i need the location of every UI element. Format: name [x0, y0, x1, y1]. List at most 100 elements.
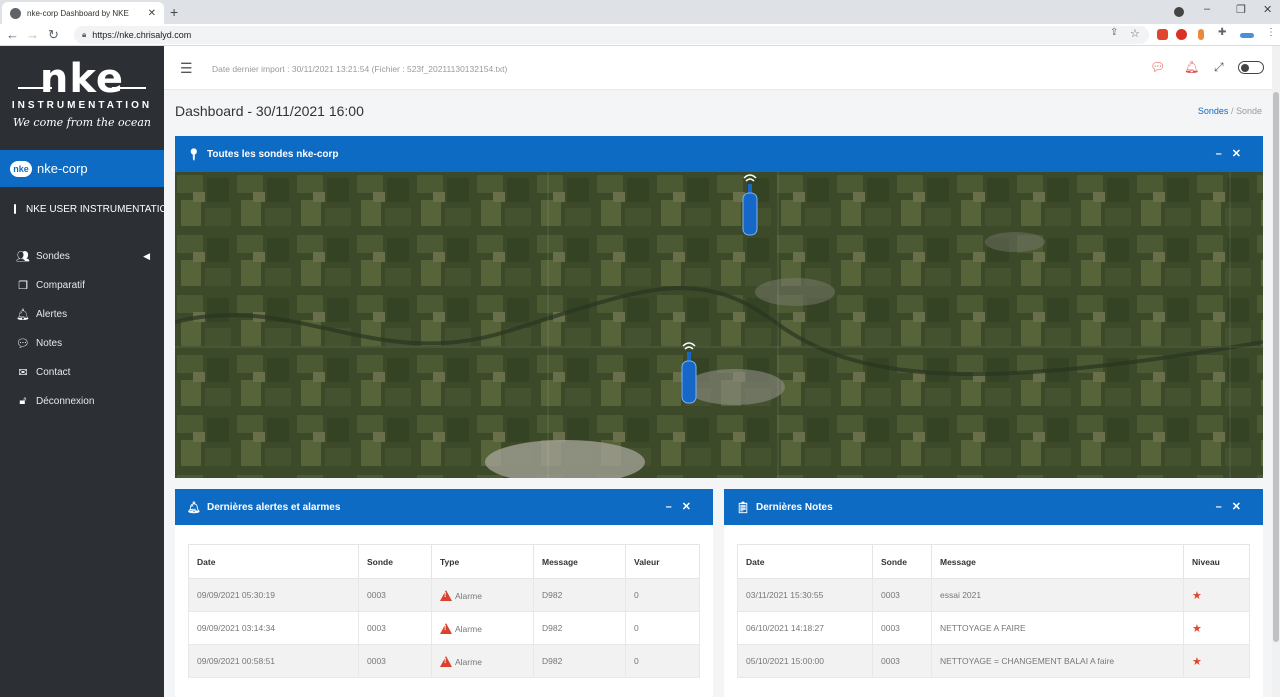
browser-tab[interactable]: nke-corp Dashboard by NKE ✕	[2, 2, 164, 24]
sidebar-item-alertes[interactable]: 🔔︎ Alertes	[0, 301, 164, 327]
breadcrumb-link[interactable]: Sondes	[1198, 106, 1229, 116]
type-label: Alarme	[455, 623, 482, 634]
extension-icon[interactable]	[1157, 29, 1168, 40]
collapse-icon[interactable]: –	[666, 501, 682, 513]
table-row[interactable]: 03/11/2021 15:30:55 0003 essai 2021 ★	[737, 578, 1250, 612]
lock-icon: 🔒︎	[82, 30, 87, 39]
sidebar-item-deconnexion[interactable]: 🔓︎ Déconnexion	[0, 388, 164, 414]
column-header[interactable]: Type	[431, 544, 534, 579]
cell-valeur: 0	[625, 644, 700, 678]
cell-type: Alarme	[431, 611, 534, 645]
browser-tab-bar: nke-corp Dashboard by NKE ✕ + – ❐ ✕	[0, 0, 1280, 24]
restore-icon[interactable]: ❐	[1236, 3, 1246, 16]
column-header[interactable]: Sonde	[358, 544, 432, 579]
card-controls: –✕	[666, 500, 701, 513]
new-tab-icon[interactable]: +	[170, 4, 178, 20]
sidebar-item-label: Alertes	[36, 308, 68, 320]
column-header[interactable]: Date	[737, 544, 873, 579]
type-label: Alarme	[455, 656, 482, 667]
column-header[interactable]: Valeur	[625, 544, 700, 579]
logo-text: nke	[39, 56, 125, 102]
user-profile[interactable]: NKE USER INSTRUMENTATION	[0, 196, 175, 222]
map-imagery	[175, 172, 1263, 478]
adblock-icon[interactable]	[1176, 29, 1187, 40]
bookmark-star-icon[interactable]: ☆	[1130, 27, 1140, 40]
nke-logo[interactable]: nke INSTRUMENTATION We come from the oce…	[0, 46, 164, 150]
table-row[interactable]: 05/10/2021 15:00:00 0003 NETTOYAGE = CHA…	[737, 644, 1250, 678]
page-title: Dashboard - 30/11/2021 16:00	[175, 103, 364, 119]
extensions-puzzle-icon[interactable]: ✚	[1218, 27, 1226, 38]
collapse-icon[interactable]: –	[1216, 501, 1232, 513]
table-header-row: Date Sonde Message Niveau	[737, 544, 1250, 579]
cell-sonde: 0003	[358, 644, 432, 678]
scrollbar-thumb[interactable]	[1273, 92, 1279, 642]
notes-notification-icon[interactable]: 💬︎	[1150, 60, 1165, 74]
theme-toggle[interactable]	[1238, 61, 1264, 74]
map-marker-icon: 📍︎	[187, 148, 201, 161]
sidebar-item-comparatif[interactable]: ❐ Comparatif	[0, 272, 164, 298]
fullscreen-icon[interactable]: ⤢	[1214, 60, 1224, 75]
extension-icon[interactable]	[1240, 33, 1254, 38]
breadcrumb: Sondes / Sonde	[1198, 106, 1262, 116]
cell-date: 03/11/2021 15:30:55	[737, 578, 873, 612]
column-header[interactable]: Niveau	[1183, 544, 1250, 579]
table-row[interactable]: 06/10/2021 14:18:27 0003 NETTOYAGE A FAI…	[737, 611, 1250, 645]
sidebar-item-label: Notes	[36, 337, 63, 349]
reload-icon[interactable]: ↻	[48, 27, 59, 43]
back-icon[interactable]: ←	[6, 27, 19, 42]
cell-message: essai 2021	[931, 578, 1184, 612]
site-favicon-icon	[10, 7, 21, 19]
share-icon[interactable]: ⇪	[1110, 27, 1118, 38]
column-header[interactable]: Sonde	[872, 544, 932, 579]
profile-icon[interactable]	[1174, 7, 1184, 17]
cell-date: 06/10/2021 14:18:27	[737, 611, 873, 645]
cell-date: 09/09/2021 00:58:51	[188, 644, 359, 678]
alerts-notification-icon[interactable]: 🔔︎	[1184, 60, 1199, 74]
comments-icon: 💬︎	[16, 337, 30, 350]
company-name: nke-corp	[37, 161, 88, 176]
logo-line	[18, 87, 52, 89]
breadcrumb-current: Sonde	[1235, 106, 1262, 116]
satellite-map[interactable]	[175, 172, 1263, 478]
close-tab-icon[interactable]: ✕	[148, 8, 156, 19]
extension-icon[interactable]	[1198, 29, 1204, 40]
browser-menu-icon[interactable]: ⋮	[1266, 27, 1276, 38]
hamburger-menu-icon[interactable]: ☰	[180, 60, 193, 77]
close-icon[interactable]: ✕	[1232, 148, 1251, 160]
star-icon: ★	[1192, 622, 1202, 635]
column-header[interactable]: Message	[931, 544, 1184, 579]
notes-table: Date Sonde Message Niveau 03/11/2021 15:…	[737, 544, 1250, 678]
table-header-row: Date Sonde Type Message Valeur	[188, 544, 700, 579]
cell-sonde: 0003	[872, 644, 932, 678]
cell-type: Alarme	[431, 578, 534, 612]
last-import-info: Date dernier import : 30/11/2021 13:21:5…	[212, 64, 508, 74]
notes-card: 📋︎ Dernières Notes –✕ Date Sonde Message…	[724, 489, 1263, 697]
warning-icon	[440, 622, 452, 634]
type-label: Alarme	[455, 590, 482, 601]
cell-message: NETTOYAGE A FAIRE	[931, 611, 1184, 645]
cell-sonde: 0003	[872, 578, 932, 612]
column-header[interactable]: Message	[533, 544, 626, 579]
minimize-icon[interactable]: –	[1204, 3, 1210, 15]
sidebar-item-label: Sondes	[36, 250, 70, 262]
probe-marker[interactable]	[679, 340, 699, 408]
table-row[interactable]: 09/09/2021 05:30:19 0003 Alarme D982 0	[188, 578, 700, 612]
forward-icon[interactable]: →	[26, 27, 39, 42]
sidebar-item-contact[interactable]: ✉ Contact	[0, 359, 164, 385]
probe-marker[interactable]	[740, 172, 760, 240]
window-close-icon[interactable]: ✕	[1263, 3, 1272, 16]
company-selector[interactable]: nke nke-corp	[0, 150, 164, 187]
table-row[interactable]: 09/09/2021 00:58:51 0003 Alarme D982 0	[188, 644, 700, 678]
collapse-icon[interactable]: –	[1216, 148, 1232, 160]
close-icon[interactable]: ✕	[1232, 501, 1251, 513]
clipboard-icon: 📋︎	[736, 501, 750, 514]
cell-sonde: 0003	[358, 611, 432, 645]
map-card-title: Toutes les sondes nke-corp	[206, 148, 339, 160]
cell-niveau: ★	[1183, 578, 1250, 612]
column-header[interactable]: Date	[188, 544, 359, 579]
close-icon[interactable]: ✕	[682, 501, 701, 513]
table-row[interactable]: 09/09/2021 03:14:34 0003 Alarme D982 0	[188, 611, 700, 645]
sidebar-item-sondes[interactable]: 👥︎ Sondes ◀	[0, 243, 164, 269]
address-bar[interactable]: 🔒︎ https://nke.chrisalyd.com	[74, 26, 1149, 44]
sidebar-item-notes[interactable]: 💬︎ Notes	[0, 330, 164, 356]
